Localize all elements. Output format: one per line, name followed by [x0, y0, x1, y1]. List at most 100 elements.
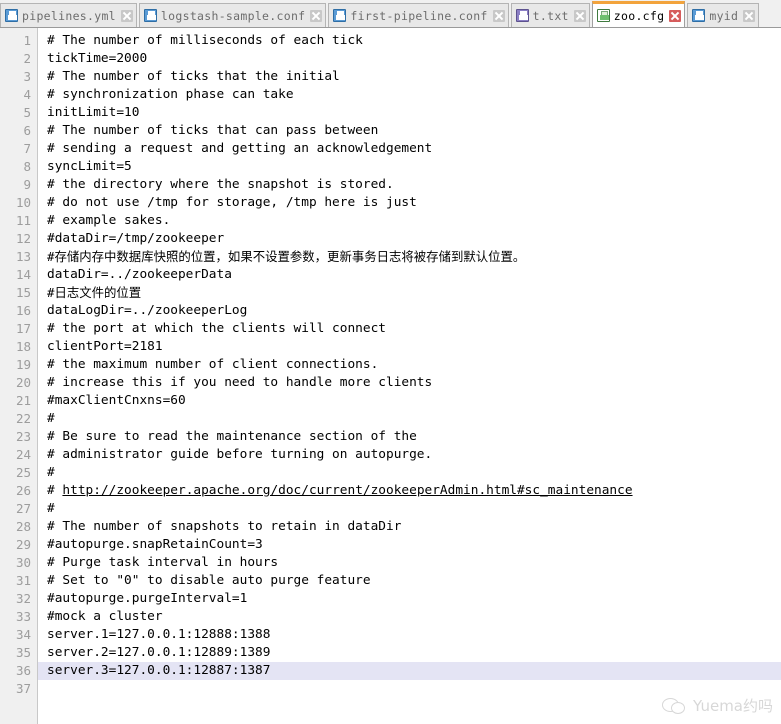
code-line[interactable]: #日志文件的位置 — [38, 284, 781, 302]
floppy-disk-blue-icon — [5, 9, 18, 22]
line-number: 1 — [23, 33, 31, 48]
code-line[interactable]: syncLimit=5 — [38, 158, 781, 176]
line-number-gutter: 1 2 3 4 5 6 7 8 9 10 11 12 13 14 15 16 17 18 19 20 21 22 23 24 2… — [0, 28, 38, 724]
code-line[interactable]: # Set to "0" to disable auto purge featu… — [38, 572, 781, 590]
line-number: 31 — [15, 573, 31, 588]
line-number: 19 — [15, 357, 31, 372]
code-line[interactable]: initLimit=10 — [38, 104, 781, 122]
floppy-disk-blue-icon — [692, 9, 706, 22]
close-icon[interactable] — [492, 9, 505, 22]
tab-label: pipelines.yml — [22, 8, 116, 23]
code-line[interactable]: dataLogDir=../zookeeperLog — [38, 302, 781, 320]
floppy-disk-green-icon — [596, 9, 610, 22]
close-icon[interactable] — [120, 9, 133, 22]
tab-myid[interactable]: myid — [687, 3, 760, 27]
floppy-disk-purple-icon — [515, 9, 529, 22]
code-line[interactable]: # Be sure to read the maintenance sectio… — [38, 428, 781, 446]
line-number: 32 — [15, 591, 31, 606]
code-line[interactable]: #autopurge.purgeInterval=1 — [38, 590, 781, 608]
line-number: 13 — [15, 249, 31, 264]
code-line[interactable]: # synchronization phase can take — [38, 86, 781, 104]
code-line[interactable]: #dataDir=/tmp/zookeeper — [38, 230, 781, 248]
line-number: 15 — [15, 285, 31, 300]
code-line[interactable]: # — [38, 500, 781, 518]
code-line[interactable]: # — [38, 464, 781, 482]
tab-pipelines-yml[interactable]: pipelines.yml — [0, 3, 137, 27]
line-number: 33 — [15, 609, 31, 624]
line-number: 27 — [15, 501, 31, 516]
code-line[interactable]: # The number of ticks that can pass betw… — [38, 122, 781, 140]
comment-prefix: # — [47, 483, 63, 498]
line-number: 5 — [23, 105, 31, 120]
tab-label: zoo.cfg — [613, 8, 665, 23]
code-line[interactable]: # The number of ticks that the initial — [38, 68, 781, 86]
line-number: 16 — [15, 303, 31, 318]
code-line[interactable]: #mock a cluster — [38, 608, 781, 626]
line-number: 29 — [15, 537, 31, 552]
code-line[interactable]: # example sakes. — [38, 212, 781, 230]
floppy-disk-blue-icon — [333, 9, 347, 22]
zookeeper-admin-doc-link[interactable]: http://zookeeper.apache.org/doc/current/… — [62, 483, 632, 498]
line-number: 22 — [15, 411, 31, 426]
code-line[interactable]: #存储内存中数据库快照的位置，如果不设置参数，更新事务日志将被存储到默认位置。 — [38, 248, 781, 266]
code-line[interactable]: server.2=127.0.0.1:12889:1389 — [38, 644, 781, 662]
code-line[interactable]: # administrator guide before turning on … — [38, 446, 781, 464]
code-line[interactable] — [38, 680, 781, 698]
code-line[interactable]: # sending a request and getting an ackno… — [38, 140, 781, 158]
editor-area[interactable]: 1 2 3 4 5 6 7 8 9 10 11 12 13 14 15 16 17 18 19 20 21 22 23 24 2… — [0, 28, 781, 724]
line-number: 23 — [15, 429, 31, 444]
code-line[interactable]: server.3=127.0.0.1:12887:1387 — [38, 662, 781, 680]
tab-label: myid — [709, 8, 739, 23]
line-number: 6 — [23, 123, 31, 138]
line-number: 36 — [15, 663, 31, 678]
tab-first-pipeline-conf[interactable]: first-pipeline.conf — [328, 3, 509, 27]
tab-t-txt[interactable]: t.txt — [510, 3, 590, 27]
code-line[interactable]: # Purge task interval in hours — [38, 554, 781, 572]
line-number: 18 — [15, 339, 31, 354]
line-number: 28 — [15, 519, 31, 534]
code-line[interactable]: clientPort=2181 — [38, 338, 781, 356]
line-number: 10 — [15, 195, 31, 210]
line-number: 7 — [23, 141, 31, 156]
code-line[interactable]: # do not use /tmp for storage, /tmp here… — [38, 194, 781, 212]
line-number: 17 — [15, 321, 31, 336]
line-number: 11 — [15, 213, 31, 228]
line-number: 20 — [15, 375, 31, 390]
code-line[interactable]: # — [38, 410, 781, 428]
tab-label: logstash-sample.conf — [160, 8, 306, 23]
code-line[interactable]: # The number of snapshots to retain in d… — [38, 518, 781, 536]
code-line[interactable]: #maxClientCnxns=60 — [38, 392, 781, 410]
close-icon[interactable] — [310, 9, 323, 22]
line-number: 37 — [15, 681, 31, 696]
tab-logstash-sample-conf[interactable]: logstash-sample.conf — [138, 3, 327, 27]
code-line[interactable]: # the maximum number of client connectio… — [38, 356, 781, 374]
line-number: 12 — [15, 231, 31, 246]
line-number: 35 — [15, 645, 31, 660]
tab-label: t.txt — [532, 8, 569, 23]
code-line[interactable]: server.1=127.0.0.1:12888:1388 — [38, 626, 781, 644]
line-number: 24 — [15, 447, 31, 462]
close-icon[interactable] — [743, 9, 756, 22]
line-number: 21 — [15, 393, 31, 408]
code-line[interactable]: #autopurge.snapRetainCount=3 — [38, 536, 781, 554]
code-line[interactable]: # increase this if you need to handle mo… — [38, 374, 781, 392]
tab-zoo-cfg[interactable]: zoo.cfg — [591, 1, 686, 27]
close-icon-red[interactable] — [669, 9, 682, 22]
line-number: 14 — [15, 267, 31, 282]
line-number: 2 — [23, 51, 31, 66]
line-number: 25 — [15, 465, 31, 480]
code-line[interactable]: tickTime=2000 — [38, 50, 781, 68]
close-icon[interactable] — [573, 9, 586, 22]
code-line[interactable]: # The number of milliseconds of each tic… — [38, 32, 781, 50]
line-number: 8 — [23, 159, 31, 174]
line-number: 30 — [15, 555, 31, 570]
line-number: 3 — [23, 69, 31, 84]
line-number: 9 — [23, 177, 31, 192]
tab-bar: pipelines.yml logstash-sample.conf first-p… — [0, 0, 781, 28]
code-text-area[interactable]: # The number of milliseconds of each tic… — [38, 28, 781, 724]
line-number: 34 — [15, 627, 31, 642]
code-line[interactable]: # the directory where the snapshot is st… — [38, 176, 781, 194]
code-line[interactable]: # the port at which the clients will con… — [38, 320, 781, 338]
code-line[interactable]: # http://zookeeper.apache.org/doc/curren… — [38, 482, 781, 500]
code-line[interactable]: dataDir=../zookeeperData — [38, 266, 781, 284]
